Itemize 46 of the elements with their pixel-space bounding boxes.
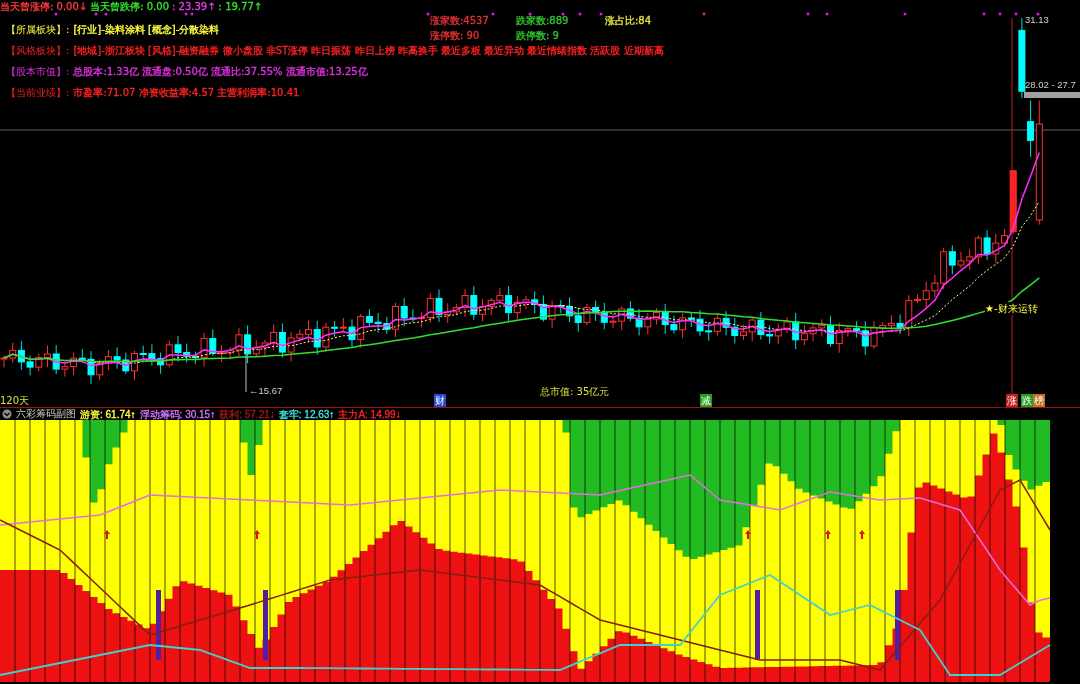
info-label: 【风格板块】: (6, 44, 70, 57)
event-marker: 榜 (1033, 394, 1045, 407)
limit-stat: 当天曾跌停: 0.00 (90, 0, 170, 13)
info-text: [行业]-染料涂料 [概念]-分散染料 (73, 23, 220, 36)
up-arrow-icon (859, 530, 865, 539)
main-force-bar (156, 590, 161, 660)
indicator-title: 六彩筹码副图 (16, 408, 76, 420)
up-arrow-icon (745, 530, 751, 539)
limit-stat: 当天曾涨停: 0.00↓ (0, 0, 88, 13)
low-price-label: ←15.67 (249, 384, 283, 397)
indicator-value: 游资: 61.74↑ (80, 407, 136, 421)
info-label: 【当前业绩】: (6, 86, 70, 99)
limit-stat: : 19.77↑ (218, 0, 263, 13)
market-stat: 跌停数: 9 (516, 29, 559, 42)
period-label: 120天 (0, 394, 30, 407)
market-stat: 跌家数:889 (516, 14, 569, 27)
indicator-value: 获利: 57.21↓ (219, 407, 275, 421)
info-label: 【所属板块】: (6, 23, 70, 36)
main-force-bar (895, 590, 900, 660)
main-force-bar (263, 590, 268, 660)
up-arrow-icon (254, 530, 260, 539)
price-band-bar (1024, 92, 1080, 98)
info-text: 市盈率:71.07 净资收益率:4.57 主营利润率:10.41 (73, 86, 300, 99)
indicator-value: 主力A: 14.99↓ (338, 407, 401, 421)
info-text: 总股本:1.33亿 流通盘:0.50亿 流通比:37.55% 流通市值:13.25亿 (73, 65, 368, 78)
signal-label: ★-财来运转 (985, 302, 1038, 315)
market-cap-label: 总市值: 35亿元 (540, 385, 610, 398)
event-marker: 财 (434, 394, 446, 407)
market-stat: 涨占比:84 (605, 14, 652, 27)
event-marker: 跌 (1021, 394, 1033, 407)
market-stat: 涨停数: 90 (430, 29, 480, 42)
up-arrow-icon (825, 530, 831, 539)
indicator-value: 浮动筹码: 30.15↑ (139, 407, 216, 421)
collapse-icon[interactable] (2, 409, 12, 419)
info-text: [地域]-浙江板块 [风格]-融资融券 微小盘股 非ST涨停 昨日振荡 昨日上榜 昨高换手 最近多板 最近异动 最近情绪指数 活跃股 近期新高 (73, 44, 664, 57)
event-marker: 涨 (1006, 394, 1018, 407)
high-price-label: 31.13 (1025, 13, 1049, 26)
price-range-label: 28.02 - 27.7 (1025, 78, 1076, 91)
event-marker: 减 (700, 394, 712, 407)
trapped-chip-area (240, 420, 263, 475)
info-label: 【股本市值】: (6, 65, 70, 78)
main-force-bar (755, 590, 760, 660)
market-stat: 涨家数:4537 (430, 14, 489, 27)
limit-stat: : 23.39↑ (172, 0, 216, 13)
up-arrow-icon (104, 530, 110, 539)
indicator-value: 套牢: 12.63↑ (278, 407, 335, 421)
